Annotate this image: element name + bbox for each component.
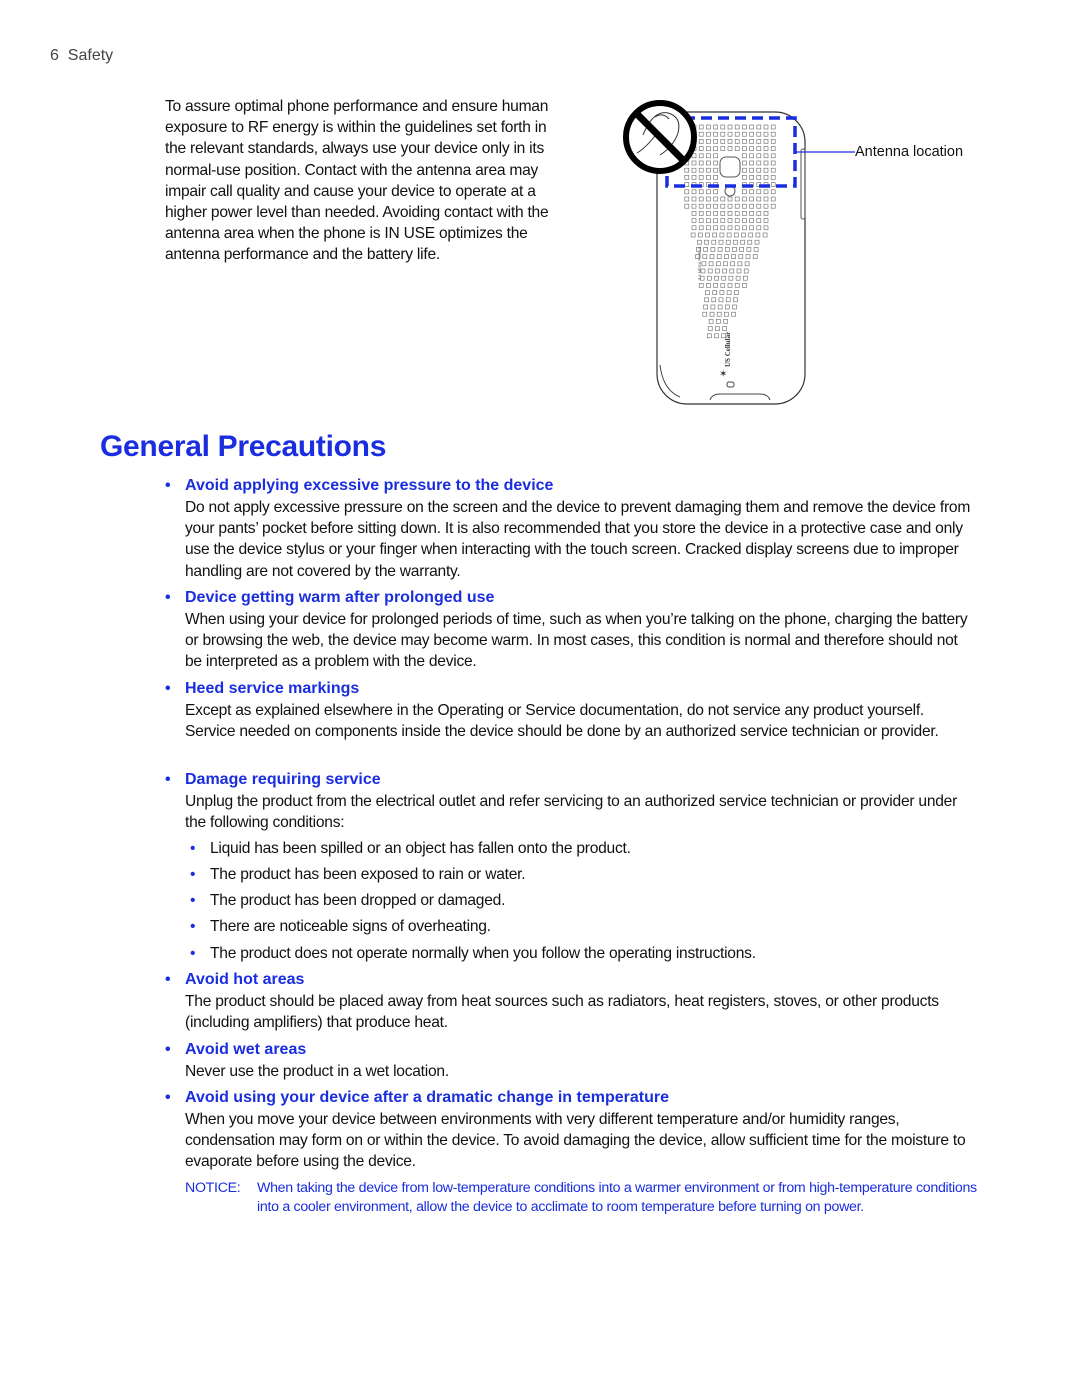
section-body: When using your device for prolonged per… [185, 611, 968, 671]
section-heading: Avoid wet areas [165, 1039, 975, 1061]
phone-antenna-illustration: 3.2 MEGA PIXELS US Cellular ✶ [623, 100, 855, 405]
camera-lens-icon [719, 156, 741, 178]
page-header: 6 Safety [50, 47, 113, 65]
section-heading: Avoid hot areas [165, 969, 975, 991]
section-heading: Avoid applying excessive pressure to the… [165, 475, 975, 497]
notice-text: When taking the device from low-temperat… [257, 1180, 977, 1216]
page-title: General Precautions [100, 430, 387, 463]
section-name: Safety [67, 47, 114, 64]
condition-item: • The product has been dropped or damaged… [190, 892, 506, 909]
section-warm: Device getting warm after prolonged useW… [165, 587, 975, 673]
section-body: Unplug the product from the electrical o… [185, 793, 958, 832]
section-body: Except as explained elsewhere in the Ope… [185, 702, 939, 741]
section-service-markings: Heed service markingsExcept as explained… [165, 678, 975, 742]
section-body: Never use the product in a wet location. [185, 1063, 449, 1080]
svg-text:✶: ✶ [719, 369, 727, 380]
section-body: Do not apply excessive pressure on the s… [185, 499, 971, 580]
condition-item: • The product has been exposed to rain or… [190, 866, 526, 883]
intro-paragraph: To assure optimal phone performance and … [165, 98, 549, 264]
section-temperature: Avoid using your device after a dramatic… [165, 1087, 975, 1173]
condition-item: • Liquid has been spilled or an object ha… [190, 840, 631, 857]
page-number: 6 [50, 47, 59, 64]
section-pressure: Avoid applying excessive pressure to the… [165, 475, 975, 582]
section-heading: Avoid using your device after a dramatic… [165, 1087, 975, 1109]
section-damage: Damage requiring serviceUnplug the produ… [165, 769, 975, 833]
section-body: When you move your device between enviro… [185, 1111, 966, 1171]
notice: NOTICE: When taking the device from low-t… [185, 1179, 980, 1217]
condition-item: • There are noticeable signs of overheati… [190, 918, 491, 935]
section-body: The product should be placed away from h… [185, 993, 939, 1032]
section-hot-areas: Avoid hot areasThe product should be pla… [165, 969, 975, 1033]
section-heading: Device getting warm after prolonged use [165, 587, 975, 609]
svg-text:3.2 MEGA PIXELS: 3.2 MEGA PIXELS [697, 246, 702, 280]
antenna-location-label: Antenna location [855, 144, 964, 160]
no-touch-icon [623, 100, 697, 174]
section-heading: Heed service markings [165, 678, 975, 700]
section-heading: Damage requiring service [165, 769, 975, 791]
section-wet-areas: Avoid wet areas Never use the product in … [165, 1039, 975, 1082]
svg-text:US Cellular: US Cellular [724, 332, 732, 367]
condition-item: • The product does not operate normally w… [190, 945, 756, 962]
notice-label: NOTICE: [185, 1180, 241, 1196]
